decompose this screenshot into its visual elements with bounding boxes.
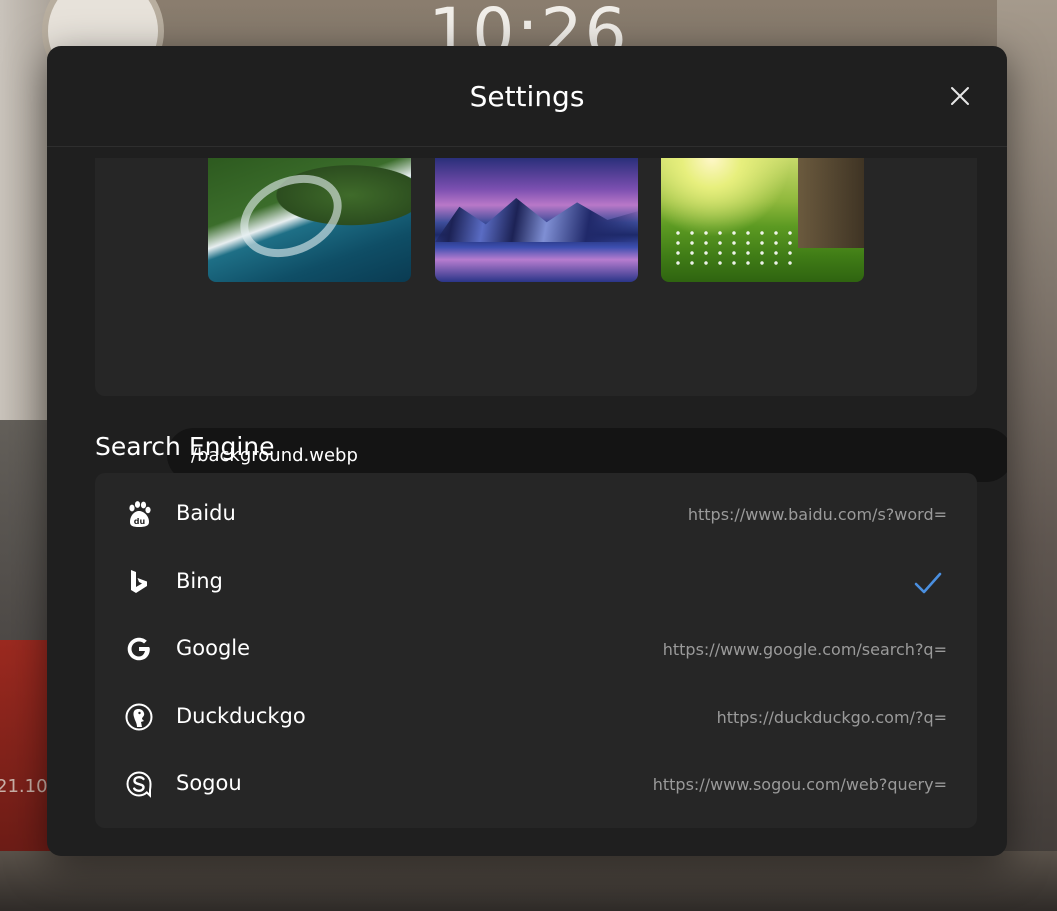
wallpaper-thumbnail-mountain-lake[interactable] xyxy=(435,158,638,282)
checkmark-icon xyxy=(914,572,942,594)
engine-row-duckduckgo[interactable]: Duckduckgo https://duckduckgo.com/?q= xyxy=(95,688,977,748)
engine-row-baidu[interactable]: du Baidu https://www.baidu.com/s?word= xyxy=(95,485,977,545)
engine-name: Sogou xyxy=(176,771,242,795)
engine-url: https://www.baidu.com/s?word= xyxy=(687,505,947,524)
sogou-icon xyxy=(125,770,153,798)
search-engine-heading: Search Engine xyxy=(95,432,275,461)
engine-name: Duckduckgo xyxy=(176,704,306,728)
bing-icon xyxy=(125,568,153,596)
engine-row-bing[interactable]: Bing xyxy=(95,553,977,613)
background-settings-card xyxy=(95,158,1007,482)
settings-dialog: Settings Search Engine du xyxy=(47,46,1007,856)
dialog-title: Settings xyxy=(469,80,585,113)
wallpaper-date-text: 21.10 xyxy=(0,776,48,797)
engine-name: Bing xyxy=(176,569,223,593)
engine-name: Google xyxy=(176,636,251,660)
baidu-icon: du xyxy=(125,500,153,528)
dialog-header: Settings xyxy=(47,46,1007,147)
engine-name: Baidu xyxy=(176,501,236,525)
wallpaper-thumbnail-coast[interactable] xyxy=(208,158,411,282)
engine-url: https://www.google.com/search?q= xyxy=(662,640,947,659)
search-engine-list: du Baidu https://www.baidu.com/s?word= B… xyxy=(95,473,977,828)
google-icon xyxy=(125,635,153,663)
engine-row-google[interactable]: Google https://www.google.com/search?q= xyxy=(95,620,977,680)
engine-url: https://www.sogou.com/web?query= xyxy=(652,775,947,794)
close-icon xyxy=(951,87,969,105)
engine-row-sogou[interactable]: Sogou https://www.sogou.com/web?query= xyxy=(95,755,977,815)
engine-url: https://duckduckgo.com/?q= xyxy=(716,708,947,727)
svg-text:du: du xyxy=(134,517,146,526)
wallpaper-ground xyxy=(0,851,1057,911)
wallpaper-thumbnail-meadow[interactable] xyxy=(661,158,864,282)
duckduckgo-icon xyxy=(125,703,153,731)
close-button[interactable] xyxy=(944,80,976,112)
